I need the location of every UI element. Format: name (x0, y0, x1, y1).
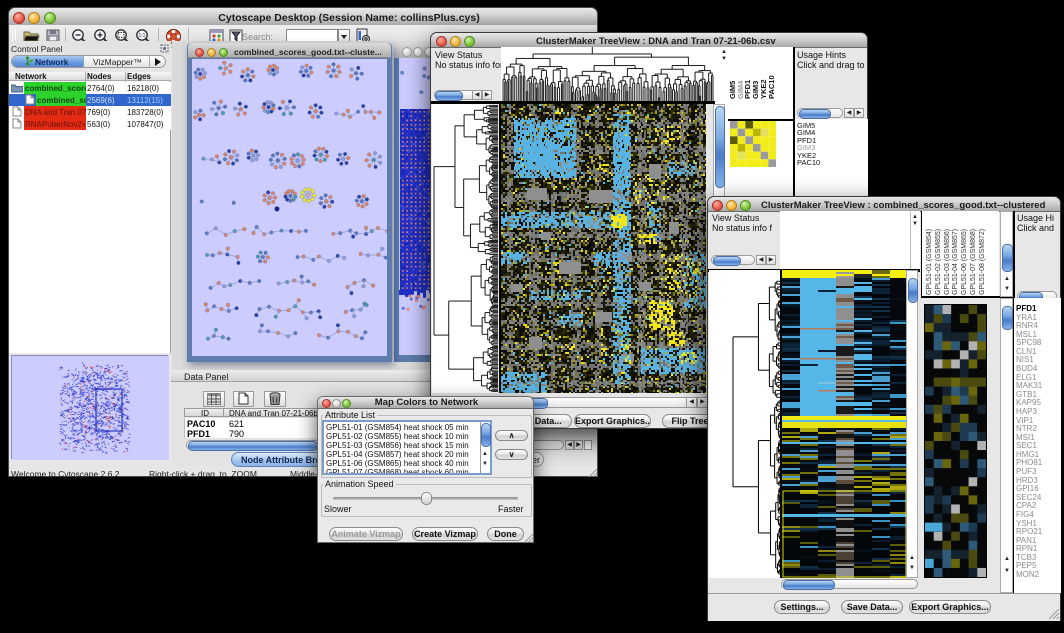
svg-text:1:1: 1:1 (139, 33, 146, 39)
